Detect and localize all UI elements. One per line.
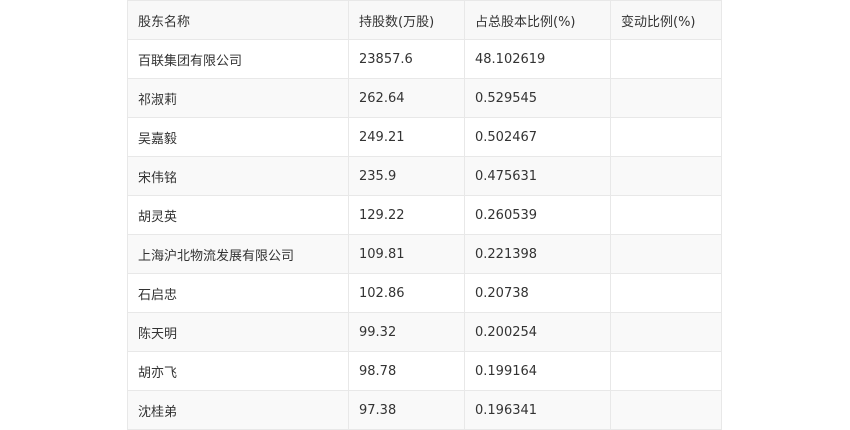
cell-shareholder-name: 陈天明	[127, 312, 349, 352]
table-header-row: 股东名称 持股数(万股) 占总股本比例(%) 变动比例(%)	[127, 0, 722, 40]
header-shareholder-name: 股东名称	[127, 0, 349, 40]
cell-shares-held: 262.64	[348, 78, 465, 118]
cell-shares-held: 109.81	[348, 234, 465, 274]
cell-change-ratio	[610, 273, 722, 313]
cell-share-ratio: 0.196341	[464, 390, 611, 430]
cell-shareholder-name: 宋伟铭	[127, 156, 349, 196]
table-row: 胡灵英 129.22 0.260539	[127, 195, 722, 235]
cell-share-ratio: 48.102619	[464, 39, 611, 79]
cell-share-ratio: 0.199164	[464, 351, 611, 391]
cell-change-ratio	[610, 195, 722, 235]
table-row: 沈桂弟 97.38 0.196341	[127, 390, 722, 430]
cell-share-ratio: 0.20738	[464, 273, 611, 313]
cell-shares-held: 97.38	[348, 390, 465, 430]
cell-shareholder-name: 上海沪北物流发展有限公司	[127, 234, 349, 274]
cell-shareholder-name: 石启忠	[127, 273, 349, 313]
cell-share-ratio: 0.502467	[464, 117, 611, 157]
cell-share-ratio: 0.200254	[464, 312, 611, 352]
cell-change-ratio	[610, 78, 722, 118]
table-row: 石启忠 102.86 0.20738	[127, 273, 722, 313]
cell-shareholder-name: 吴嘉毅	[127, 117, 349, 157]
cell-change-ratio	[610, 39, 722, 79]
cell-shares-held: 249.21	[348, 117, 465, 157]
cell-shares-held: 102.86	[348, 273, 465, 313]
cell-shares-held: 235.9	[348, 156, 465, 196]
cell-shareholder-name: 百联集团有限公司	[127, 39, 349, 79]
header-change-ratio: 变动比例(%)	[610, 0, 722, 40]
cell-share-ratio: 0.529545	[464, 78, 611, 118]
cell-shareholder-name: 祁淑莉	[127, 78, 349, 118]
table-row: 宋伟铭 235.9 0.475631	[127, 156, 722, 196]
cell-change-ratio	[610, 312, 722, 352]
table-row: 陈天明 99.32 0.200254	[127, 312, 722, 352]
cell-change-ratio	[610, 234, 722, 274]
cell-change-ratio	[610, 117, 722, 157]
table-row: 百联集团有限公司 23857.6 48.102619	[127, 39, 722, 79]
cell-share-ratio: 0.475631	[464, 156, 611, 196]
cell-share-ratio: 0.260539	[464, 195, 611, 235]
shareholder-table-container: 股东名称 持股数(万股) 占总股本比例(%) 变动比例(%) 百联集团有限公司 …	[127, 0, 722, 430]
cell-shareholder-name: 胡灵英	[127, 195, 349, 235]
cell-change-ratio	[610, 351, 722, 391]
table-row: 吴嘉毅 249.21 0.502467	[127, 117, 722, 157]
cell-shareholder-name: 沈桂弟	[127, 390, 349, 430]
cell-shares-held: 98.78	[348, 351, 465, 391]
cell-change-ratio	[610, 390, 722, 430]
cell-shares-held: 99.32	[348, 312, 465, 352]
header-share-ratio: 占总股本比例(%)	[464, 0, 611, 40]
table-row: 胡亦飞 98.78 0.199164	[127, 351, 722, 391]
table-row: 上海沪北物流发展有限公司 109.81 0.221398	[127, 234, 722, 274]
cell-shares-held: 23857.6	[348, 39, 465, 79]
cell-share-ratio: 0.221398	[464, 234, 611, 274]
cell-shares-held: 129.22	[348, 195, 465, 235]
cell-shareholder-name: 胡亦飞	[127, 351, 349, 391]
shareholder-table: 股东名称 持股数(万股) 占总股本比例(%) 变动比例(%) 百联集团有限公司 …	[127, 0, 722, 430]
table-row: 祁淑莉 262.64 0.529545	[127, 78, 722, 118]
header-shares-held: 持股数(万股)	[348, 0, 465, 40]
cell-change-ratio	[610, 156, 722, 196]
